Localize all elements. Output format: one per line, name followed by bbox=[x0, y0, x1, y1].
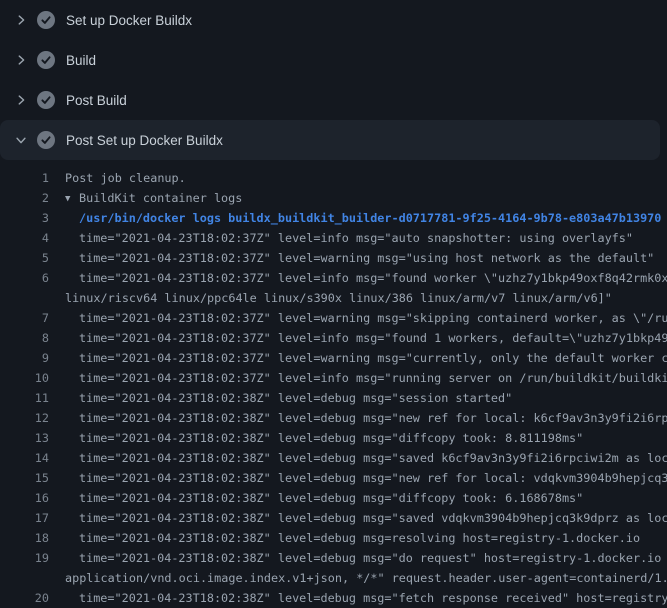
log-line: 17 time="2021-04-23T18:02:38Z" level=deb… bbox=[0, 508, 667, 528]
log-line: 8 time="2021-04-23T18:02:37Z" level=info… bbox=[0, 328, 667, 348]
log-line-text: application/vnd.oci.image.index.v1+json,… bbox=[65, 568, 667, 588]
log-line-number[interactable]: 14 bbox=[0, 448, 49, 468]
log-line-number[interactable]: 11 bbox=[0, 388, 49, 408]
log-line: linux/riscv64 linux/ppc64le linux/s390x … bbox=[0, 288, 667, 308]
log-line-text: time="2021-04-23T18:02:38Z" level=debug … bbox=[79, 528, 640, 548]
log-line: 18 time="2021-04-23T18:02:38Z" level=deb… bbox=[0, 528, 667, 548]
log-line-text: linux/riscv64 linux/ppc64le linux/s390x … bbox=[65, 288, 612, 308]
log-line: 12 time="2021-04-23T18:02:38Z" level=deb… bbox=[0, 408, 667, 428]
log-line-text: time="2021-04-23T18:02:38Z" level=debug … bbox=[79, 548, 667, 568]
log-line: 1 Post job cleanup. bbox=[0, 168, 667, 188]
log-viewer: 1 Post job cleanup. 2 ▼BuildKit containe… bbox=[0, 160, 667, 608]
log-line-text: time="2021-04-23T18:02:38Z" level=debug … bbox=[79, 448, 667, 468]
log-line-number[interactable]: 8 bbox=[0, 328, 49, 348]
log-line-number[interactable]: 3 bbox=[0, 208, 49, 228]
step-success-icon bbox=[37, 131, 55, 149]
log-line-text: ▼BuildKit container logs bbox=[65, 188, 242, 208]
log-line-text: time="2021-04-23T18:02:38Z" level=debug … bbox=[79, 508, 667, 528]
chevron-right-icon[interactable] bbox=[14, 13, 28, 27]
step-label: Build bbox=[66, 53, 96, 68]
log-line: 6 time="2021-04-23T18:02:37Z" level=info… bbox=[0, 268, 667, 288]
log-line-number[interactable]: 6 bbox=[0, 268, 49, 288]
log-line: 14 time="2021-04-23T18:02:38Z" level=deb… bbox=[0, 448, 667, 468]
log-line-text: time="2021-04-23T18:02:37Z" level=warnin… bbox=[79, 308, 667, 328]
chevron-right-icon[interactable] bbox=[14, 53, 28, 67]
log-line: application/vnd.oci.image.index.v1+json,… bbox=[0, 568, 667, 588]
log-line-number[interactable] bbox=[0, 568, 49, 588]
log-line-number[interactable]: 7 bbox=[0, 308, 49, 328]
step-row[interactable]: Post Set up Docker Buildx bbox=[0, 120, 660, 160]
step-success-icon bbox=[37, 51, 55, 69]
log-line-text: /usr/bin/docker logs buildx_buildkit_bui… bbox=[79, 208, 661, 228]
log-line-number[interactable]: 15 bbox=[0, 468, 49, 488]
log-group-title[interactable]: BuildKit container logs bbox=[79, 191, 242, 205]
log-line-text: time="2021-04-23T18:02:38Z" level=debug … bbox=[79, 588, 667, 608]
log-line-number[interactable]: 13 bbox=[0, 428, 49, 448]
log-line: 4 time="2021-04-23T18:02:37Z" level=info… bbox=[0, 228, 667, 248]
log-line: 19 time="2021-04-23T18:02:38Z" level=deb… bbox=[0, 548, 667, 568]
step-label: Post Set up Docker Buildx bbox=[66, 133, 223, 148]
log-line: 2 ▼BuildKit container logs bbox=[0, 188, 667, 208]
chevron-down-icon[interactable] bbox=[14, 133, 28, 147]
step-row[interactable]: Set up Docker Buildx bbox=[0, 0, 667, 40]
log-line: 15 time="2021-04-23T18:02:38Z" level=deb… bbox=[0, 468, 667, 488]
step-label: Post Build bbox=[66, 93, 127, 108]
log-line: 10 time="2021-04-23T18:02:37Z" level=inf… bbox=[0, 368, 667, 388]
log-line-number[interactable] bbox=[0, 288, 49, 308]
log-line: 20 time="2021-04-23T18:02:38Z" level=deb… bbox=[0, 588, 667, 608]
log-line-number[interactable]: 17 bbox=[0, 508, 49, 528]
log-line-text: time="2021-04-23T18:02:37Z" level=info m… bbox=[79, 328, 667, 348]
step-row[interactable]: Post Build bbox=[0, 80, 667, 120]
log-line: 16 time="2021-04-23T18:02:38Z" level=deb… bbox=[0, 488, 667, 508]
log-line-number[interactable]: 20 bbox=[0, 588, 49, 608]
log-line-number[interactable]: 1 bbox=[0, 168, 49, 188]
step-label: Set up Docker Buildx bbox=[66, 13, 192, 28]
log-line-text: time="2021-04-23T18:02:38Z" level=debug … bbox=[79, 408, 667, 428]
log-line: 3 /usr/bin/docker logs buildx_buildkit_b… bbox=[0, 208, 667, 228]
chevron-right-icon[interactable] bbox=[14, 93, 28, 107]
log-line-text: time="2021-04-23T18:02:37Z" level=warnin… bbox=[79, 348, 667, 368]
log-line-text: Post job cleanup. bbox=[65, 168, 186, 188]
log-line-number[interactable]: 16 bbox=[0, 488, 49, 508]
log-line-number[interactable]: 4 bbox=[0, 228, 49, 248]
log-line-text: time="2021-04-23T18:02:37Z" level=info m… bbox=[79, 228, 633, 248]
steps-list: Set up Docker Buildx Build Post Buil bbox=[0, 0, 667, 160]
log-line: 7 time="2021-04-23T18:02:37Z" level=warn… bbox=[0, 308, 667, 328]
log-line-text: time="2021-04-23T18:02:37Z" level=info m… bbox=[79, 368, 667, 388]
log-line: 11 time="2021-04-23T18:02:38Z" level=deb… bbox=[0, 388, 667, 408]
log-line-number[interactable]: 9 bbox=[0, 348, 49, 368]
log-line-number[interactable]: 19 bbox=[0, 548, 49, 568]
log-line: 5 time="2021-04-23T18:02:37Z" level=warn… bbox=[0, 248, 667, 268]
job-log-panel: Set up Docker Buildx Build Post Buil bbox=[0, 0, 667, 608]
step-row[interactable]: Build bbox=[0, 40, 667, 80]
collapse-triangle-icon[interactable]: ▼ bbox=[65, 189, 79, 208]
log-line-text: time="2021-04-23T18:02:38Z" level=debug … bbox=[79, 468, 667, 488]
log-line-number[interactable]: 12 bbox=[0, 408, 49, 428]
log-line-text: time="2021-04-23T18:02:38Z" level=debug … bbox=[79, 428, 583, 448]
log-line-number[interactable]: 18 bbox=[0, 528, 49, 548]
log-line-number[interactable]: 10 bbox=[0, 368, 49, 388]
log-line-number[interactable]: 5 bbox=[0, 248, 49, 268]
log-line: 13 time="2021-04-23T18:02:38Z" level=deb… bbox=[0, 428, 667, 448]
log-line-text: time="2021-04-23T18:02:37Z" level=warnin… bbox=[79, 248, 654, 268]
step-success-icon bbox=[37, 91, 55, 109]
log-line-text: time="2021-04-23T18:02:38Z" level=debug … bbox=[79, 488, 583, 508]
log-line: 9 time="2021-04-23T18:02:37Z" level=warn… bbox=[0, 348, 667, 368]
log-line-text: time="2021-04-23T18:02:37Z" level=info m… bbox=[79, 268, 667, 288]
log-line-number[interactable]: 2 bbox=[0, 188, 49, 208]
log-line-text: time="2021-04-23T18:02:38Z" level=debug … bbox=[79, 388, 512, 408]
step-success-icon bbox=[37, 11, 55, 29]
